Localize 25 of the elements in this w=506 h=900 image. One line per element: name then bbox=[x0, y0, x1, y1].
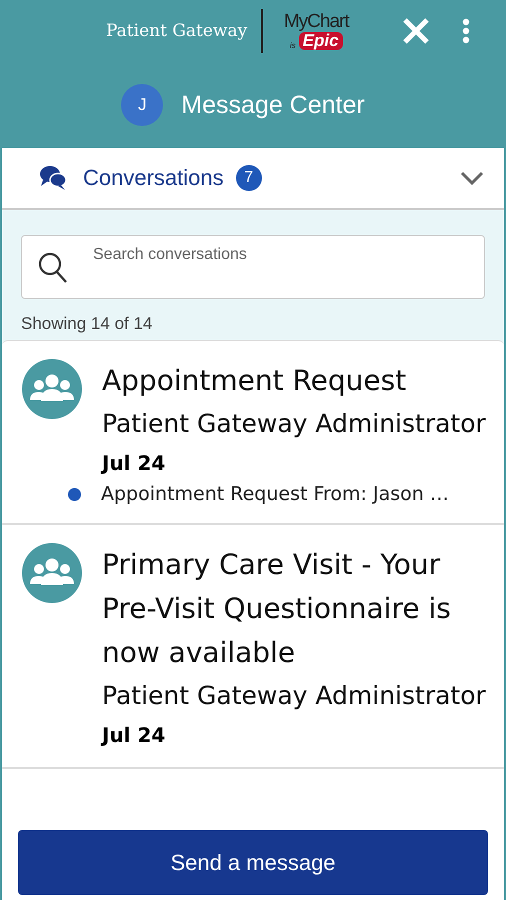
conversation-subject: Primary Care Visit - Your Pre-Visit Questionnaire is now available bbox=[102, 547, 452, 671]
conversation-date: Jul 24 bbox=[102, 450, 166, 477]
brand-name: Patient Gateway bbox=[106, 21, 248, 41]
group-icon bbox=[22, 359, 82, 419]
conversation-card[interactable]: Primary Care Visit - Your Pre-Visit Questionnaire is now available Patient Gateway Administrator Jul 24 bbox=[2, 525, 504, 769]
page-title: Message Center bbox=[181, 90, 365, 120]
search-field[interactable]: Search conversations bbox=[21, 235, 485, 299]
conversation-subject: Appointment Request bbox=[102, 363, 408, 399]
conversations-header[interactable]: Conversations 7 bbox=[2, 148, 504, 210]
search-icon bbox=[38, 252, 68, 284]
chat-icon bbox=[39, 165, 67, 191]
chevron-icon bbox=[460, 171, 484, 185]
avatar[interactable]: J bbox=[121, 84, 164, 126]
group-icon bbox=[22, 543, 82, 603]
conversation-sender: Patient Gateway Administrator bbox=[102, 408, 487, 440]
message-preview: Appointment Request From: Jason … bbox=[101, 483, 449, 505]
close-icon[interactable] bbox=[402, 17, 430, 45]
count-badge: 7 bbox=[236, 165, 262, 191]
conversation-card[interactable]: Appointment Request Patient Gateway Administrator Jul 24 Appointment Request From: Jason … bbox=[2, 341, 504, 525]
conversation-date: Jul 24 bbox=[102, 722, 166, 749]
send-message-button[interactable]: Send a message bbox=[18, 830, 488, 895]
more-icon[interactable] bbox=[462, 18, 470, 44]
result-count: Showing 14 of 14 bbox=[21, 314, 154, 334]
conversation-sender: Patient Gateway Administrator bbox=[102, 680, 487, 712]
logo: MyChart is Epic bbox=[282, 12, 350, 50]
